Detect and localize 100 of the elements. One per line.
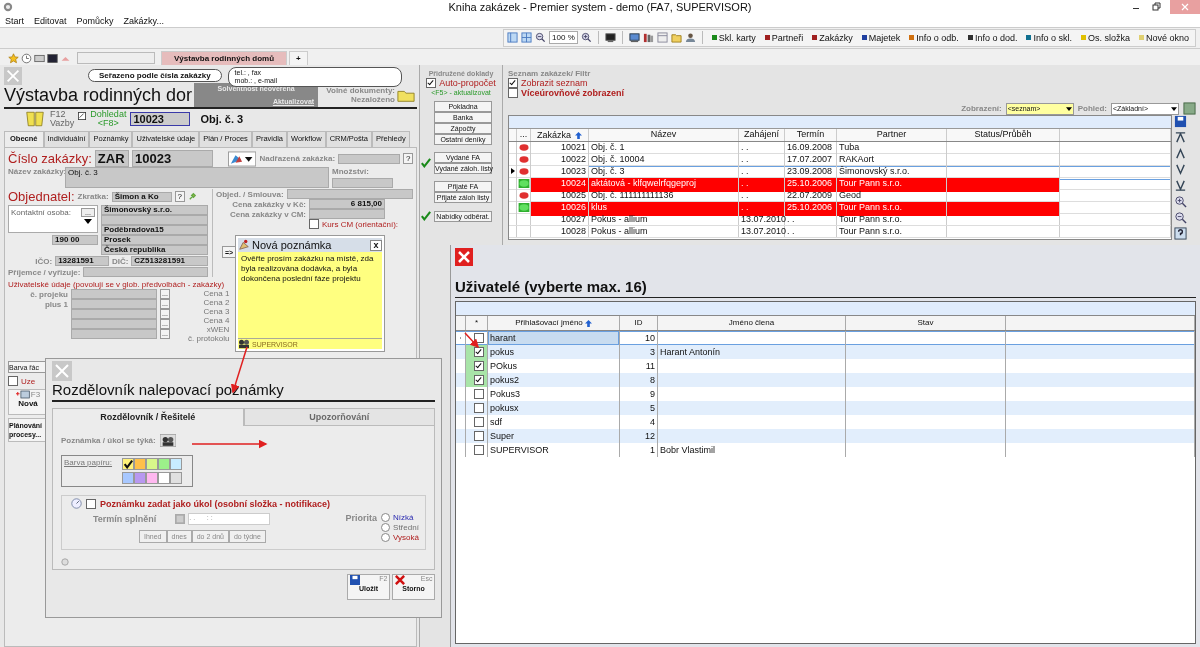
column-header[interactable]: Název (589, 129, 739, 141)
calendar-icon[interactable] (656, 32, 668, 43)
clock-icon[interactable] (21, 52, 32, 64)
column-header[interactable]: ... (517, 129, 531, 141)
tab[interactable]: Rozdělovník / Řešitelé (52, 408, 244, 426)
color-swatch[interactable] (134, 458, 146, 470)
checkbox[interactable] (474, 389, 484, 399)
computer-icon[interactable] (628, 32, 640, 43)
column-header[interactable]: Jméno člena (658, 316, 846, 330)
layout-icon[interactable] (507, 32, 519, 43)
number-field[interactable]: 10023 (132, 150, 214, 167)
color-swatch[interactable] (158, 472, 170, 484)
checkbox[interactable] (508, 88, 518, 98)
checkbox[interactable] (8, 376, 18, 386)
people-icon[interactable] (159, 434, 176, 447)
checkbox[interactable] (474, 431, 484, 441)
help-button[interactable]: ? (174, 191, 185, 202)
document-tab[interactable]: Výstavba rodinných domů (161, 50, 288, 66)
checkbox[interactable] (474, 347, 484, 357)
color-swatch[interactable] (122, 472, 134, 484)
zoom-in-icon[interactable] (1174, 195, 1187, 208)
zoom-out-icon[interactable] (535, 32, 547, 43)
table-row[interactable]: pokus 3 Harant Antonín (456, 345, 1195, 359)
toolbar-button[interactable]: Info o skl. (1026, 32, 1072, 43)
table-row[interactable]: pokusx 5 (456, 401, 1195, 415)
column-header[interactable]: Stav (846, 316, 1006, 330)
parent-order-field[interactable] (338, 153, 401, 164)
ico-field[interactable]: 13281591 (55, 256, 109, 266)
dropdown-arrow-icon[interactable] (1171, 106, 1177, 111)
address-field[interactable]: Česká republika (101, 245, 208, 255)
toolbar-button[interactable]: Skl. karty (711, 32, 756, 43)
checkbox[interactable] (474, 417, 484, 427)
quantity-field[interactable] (332, 178, 393, 188)
text-field[interactable] (71, 309, 157, 319)
help-button[interactable]: ? (403, 153, 413, 164)
down-icon[interactable] (1174, 163, 1187, 176)
search-field[interactable] (77, 52, 155, 64)
links-label[interactable]: Vazby (50, 119, 75, 128)
dropdown-arrow-icon[interactable] (1065, 106, 1072, 111)
menu-item[interactable]: Pomůcky (76, 15, 114, 26)
toolbar-button[interactable]: Zakázky (812, 32, 853, 43)
order-name-field[interactable]: Obj. č. 3 (65, 167, 329, 188)
recipient-field[interactable] (83, 267, 208, 277)
table-row[interactable]: Super 12 (456, 429, 1195, 443)
checkbox[interactable] (309, 219, 319, 229)
first-icon[interactable] (1174, 131, 1187, 144)
toolbar-button[interactable]: Partneři (764, 32, 804, 43)
keyboard-icon[interactable] (34, 52, 45, 64)
toolbar-button[interactable]: Nové okno (1138, 32, 1189, 43)
contract-field[interactable] (286, 189, 413, 199)
user-icon[interactable] (684, 32, 696, 43)
close-icon[interactable] (455, 248, 473, 266)
menu-item[interactable]: Start (5, 15, 24, 26)
checkbox[interactable] (426, 78, 437, 88)
zip-field[interactable]: 190 00 (52, 235, 98, 245)
people-icon[interactable] (238, 339, 250, 349)
checkbox[interactable] (474, 403, 484, 413)
last-icon[interactable] (1174, 179, 1187, 192)
column-header[interactable]: * (466, 316, 488, 330)
toolbar-button[interactable]: Os. složka (1080, 32, 1130, 43)
checkbox[interactable] (474, 375, 484, 385)
checkbox[interactable] (86, 498, 96, 509)
table-row[interactable]: pokus2 8 (456, 373, 1195, 387)
zoom-in-icon[interactable] (580, 32, 592, 43)
table-row[interactable]: 10027 Pokus - allium 13.07.2010. . Tour Pann s.r.o. (509, 214, 1171, 226)
radio-button[interactable] (381, 533, 391, 542)
menu-item[interactable]: Zakázky... (123, 15, 164, 26)
column-header[interactable]: Partner (837, 129, 947, 141)
toolbar-button[interactable]: Info o odb. (909, 32, 959, 43)
text-field[interactable] (71, 299, 157, 309)
wrench-icon[interactable] (187, 192, 197, 201)
table-row[interactable]: 10021 Obj. č. 1 . . 16.09.2008 Tuba (509, 142, 1171, 154)
zoom-out-icon[interactable] (1174, 211, 1187, 224)
price-field[interactable] (309, 209, 385, 219)
document-tab[interactable]: + (289, 50, 308, 66)
checkbox[interactable] (508, 78, 518, 88)
column-header[interactable]: ID (620, 316, 658, 330)
filter-row[interactable] (456, 302, 1195, 316)
text-field[interactable] (71, 319, 157, 329)
column-header[interactable]: Zakázka (531, 129, 589, 141)
table-row[interactable]: 10026 klus . . 25.10.2006 Tour Pann s.r.o. (509, 202, 1171, 214)
color-swatch[interactable] (170, 472, 182, 484)
new-button[interactable]: F3 Nová (8, 389, 48, 415)
checkbox[interactable] (474, 361, 484, 371)
books-icon[interactable] (642, 32, 654, 43)
checkbox[interactable] (474, 445, 484, 455)
toolbar-button[interactable]: Info o dod. (967, 32, 1018, 43)
restore-button[interactable] (1150, 1, 1162, 13)
column-header[interactable]: Termín (785, 129, 837, 141)
terminal-icon[interactable] (47, 52, 58, 64)
table-row[interactable]: 10022 Obj. č. 10004 . . 17.07.2007 RAKAort (509, 154, 1171, 166)
order-number-field[interactable]: 10023 (130, 112, 191, 126)
up-icon[interactable] (1174, 147, 1187, 160)
calculator-icon[interactable] (228, 150, 257, 167)
color-swatch[interactable] (170, 458, 182, 470)
radio-button[interactable] (381, 523, 391, 532)
table-row[interactable]: harant 10 (456, 331, 1195, 345)
star-icon[interactable] (8, 52, 19, 64)
table-row[interactable]: SUPERVISOR 1 Bobr Vlastimil (456, 443, 1195, 457)
address-field[interactable]: Prosek (101, 235, 208, 245)
